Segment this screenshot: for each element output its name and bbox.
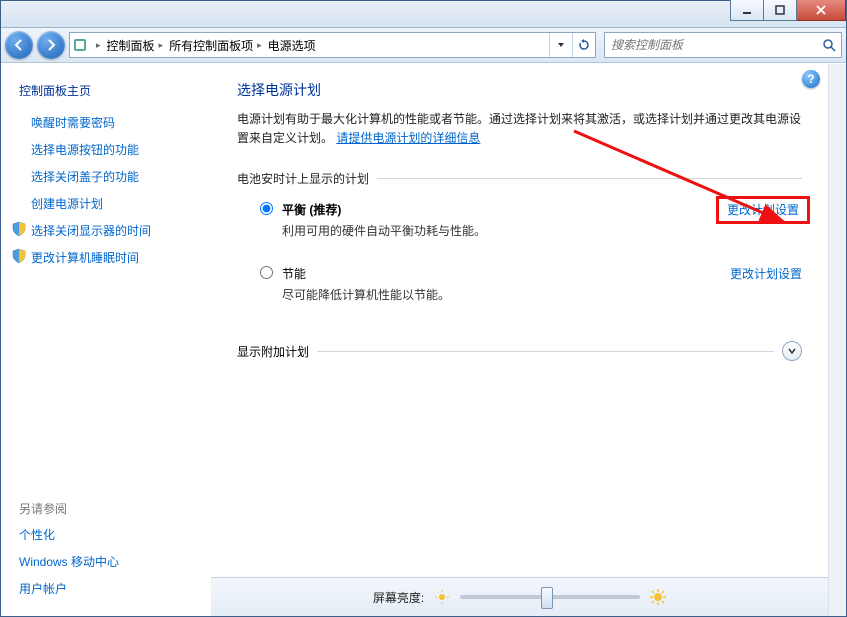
search-icon[interactable] xyxy=(817,38,841,52)
page-title: 选择电源计划 xyxy=(237,80,802,100)
sidebar-home-link[interactable]: 控制面板主页 xyxy=(19,82,209,99)
sidebar-item-create-plan[interactable]: 创建电源计划 xyxy=(9,190,209,217)
brightness-bar: 屏幕亮度: xyxy=(211,577,828,616)
page-description: 电源计划有助于最大化计算机的性能或者节能。通过选择计划来将其激活，或选择计划并通… xyxy=(237,110,802,148)
section-header-more: 显示附加计划 xyxy=(237,341,802,361)
sidebar-item-lid-close[interactable]: 选择关闭盖子的功能 xyxy=(9,163,209,190)
titlebar xyxy=(1,1,846,28)
expand-button[interactable] xyxy=(782,341,802,361)
minimize-button[interactable] xyxy=(730,0,764,21)
sidebar-item-sleep-time[interactable]: 更改计算机睡眠时间 xyxy=(9,244,209,271)
power-plan-saver: 节能 尽可能降低计算机性能以节能。 更改计划设置 xyxy=(237,265,802,303)
refresh-button[interactable] xyxy=(572,33,595,57)
learn-more-link[interactable]: 请提供电源计划的详细信息 xyxy=(336,131,480,145)
sidebar-item-display-off[interactable]: 选择关闭显示器的时间 xyxy=(9,217,209,244)
power-plan-balanced: 平衡 (推荐) 利用可用的硬件自动平衡功耗与性能。 更改计划设置 xyxy=(237,201,802,239)
sun-high-icon xyxy=(650,589,666,605)
shield-icon xyxy=(11,248,27,264)
slider-thumb[interactable] xyxy=(541,587,553,609)
content-area: 控制面板主页 唤醒时需要密码 选择电源按钮的功能 选择关闭盖子的功能 创建电源计… xyxy=(1,63,846,616)
search-box[interactable] xyxy=(604,32,842,58)
breadcrumb-item[interactable]: 所有控制面板项▸ xyxy=(167,37,264,54)
control-panel-icon xyxy=(70,33,90,57)
vertical-scrollbar[interactable] xyxy=(828,64,846,616)
change-plan-settings-link[interactable]: 更改计划设置 xyxy=(724,201,802,218)
breadcrumb-item[interactable]: 控制面板▸ xyxy=(105,37,166,54)
plan-name: 节能 xyxy=(282,265,714,282)
plan-radio-saver[interactable] xyxy=(260,266,273,279)
see-also-personalization[interactable]: 个性化 xyxy=(9,521,209,548)
breadcrumb: ▸ 控制面板▸ 所有控制面板项▸ 电源选项 xyxy=(90,33,549,57)
address-bar[interactable]: ▸ 控制面板▸ 所有控制面板项▸ 电源选项 xyxy=(69,32,596,58)
sidebar: 控制面板主页 唤醒时需要密码 选择电源按钮的功能 选择关闭盖子的功能 创建电源计… xyxy=(1,64,211,616)
see-also-user-accounts[interactable]: 用户帐户 xyxy=(9,575,209,602)
plan-name: 平衡 (推荐) xyxy=(282,201,708,218)
change-plan-settings-link[interactable]: 更改计划设置 xyxy=(730,265,802,282)
search-input[interactable] xyxy=(605,38,817,52)
plan-desc: 尽可能降低计算机性能以节能。 xyxy=(282,286,714,303)
breadcrumb-sep[interactable]: ▸ xyxy=(94,40,103,51)
close-button[interactable] xyxy=(797,0,846,21)
navbar: ▸ 控制面板▸ 所有控制面板项▸ 电源选项 xyxy=(1,28,846,63)
back-button[interactable] xyxy=(5,31,33,59)
shield-icon xyxy=(11,221,27,237)
sun-low-icon xyxy=(434,589,450,605)
brightness-label: 屏幕亮度: xyxy=(373,589,424,606)
see-also-heading: 另请参阅 xyxy=(9,496,209,521)
address-dropdown[interactable] xyxy=(549,33,572,57)
control-panel-window: ▸ 控制面板▸ 所有控制面板项▸ 电源选项 控制面板主页 唤醒时需要密码 选择电… xyxy=(0,0,847,617)
see-also-mobility-center[interactable]: Windows 移动中心 xyxy=(9,548,209,575)
forward-button[interactable] xyxy=(37,31,65,59)
help-icon[interactable]: ? xyxy=(802,70,820,88)
brightness-slider[interactable] xyxy=(460,595,640,599)
plan-radio-balanced[interactable] xyxy=(260,202,273,215)
main-panel: ? 选择电源计划 电源计划有助于最大化计算机的性能或者节能。通过选择计划来将其激… xyxy=(211,64,828,616)
sidebar-item-power-button[interactable]: 选择电源按钮的功能 xyxy=(9,136,209,163)
sidebar-item-wake-password[interactable]: 唤醒时需要密码 xyxy=(9,109,209,136)
window-buttons xyxy=(730,0,846,21)
breadcrumb-item[interactable]: 电源选项 xyxy=(266,37,318,54)
plan-desc: 利用可用的硬件自动平衡功耗与性能。 xyxy=(282,222,708,239)
maximize-button[interactable] xyxy=(764,0,797,21)
section-header-battery: 电池安时计上显示的计划 xyxy=(237,170,802,187)
